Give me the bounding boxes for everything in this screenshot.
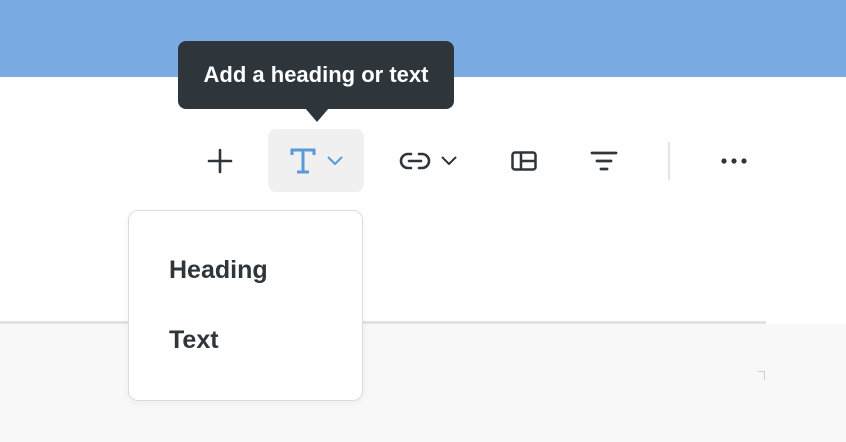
plus-icon — [207, 148, 233, 174]
menu-item-text[interactable]: Text — [169, 326, 219, 355]
layout-panel-icon — [511, 151, 537, 171]
add-heading-or-text-button[interactable] — [268, 129, 364, 192]
text-t-icon — [290, 148, 316, 173]
add-filter-button[interactable] — [580, 131, 628, 191]
tooltip-arrow — [305, 108, 329, 122]
filter-lines-icon — [590, 151, 618, 171]
link-icon — [399, 152, 431, 170]
dashboard-canvas — [0, 324, 846, 442]
tooltip-text: Add a heading or text — [203, 62, 429, 87]
add-button[interactable] — [196, 131, 244, 191]
add-section-button[interactable] — [500, 131, 548, 191]
dashboard-editor: Add a heading or text Heading Text — [0, 0, 846, 442]
heading-text-dropdown-menu: Heading Text — [128, 210, 363, 401]
tooltip: Add a heading or text — [178, 41, 454, 109]
add-link-button[interactable] — [388, 131, 468, 191]
chevron-down-icon — [441, 156, 457, 165]
more-options-button[interactable] — [710, 131, 758, 191]
resize-corner-icon — [758, 371, 765, 380]
chevron-down-icon — [327, 156, 343, 165]
toolbar-separator — [668, 142, 670, 180]
menu-item-heading[interactable]: Heading — [169, 256, 268, 285]
more-horizontal-icon — [721, 158, 747, 164]
